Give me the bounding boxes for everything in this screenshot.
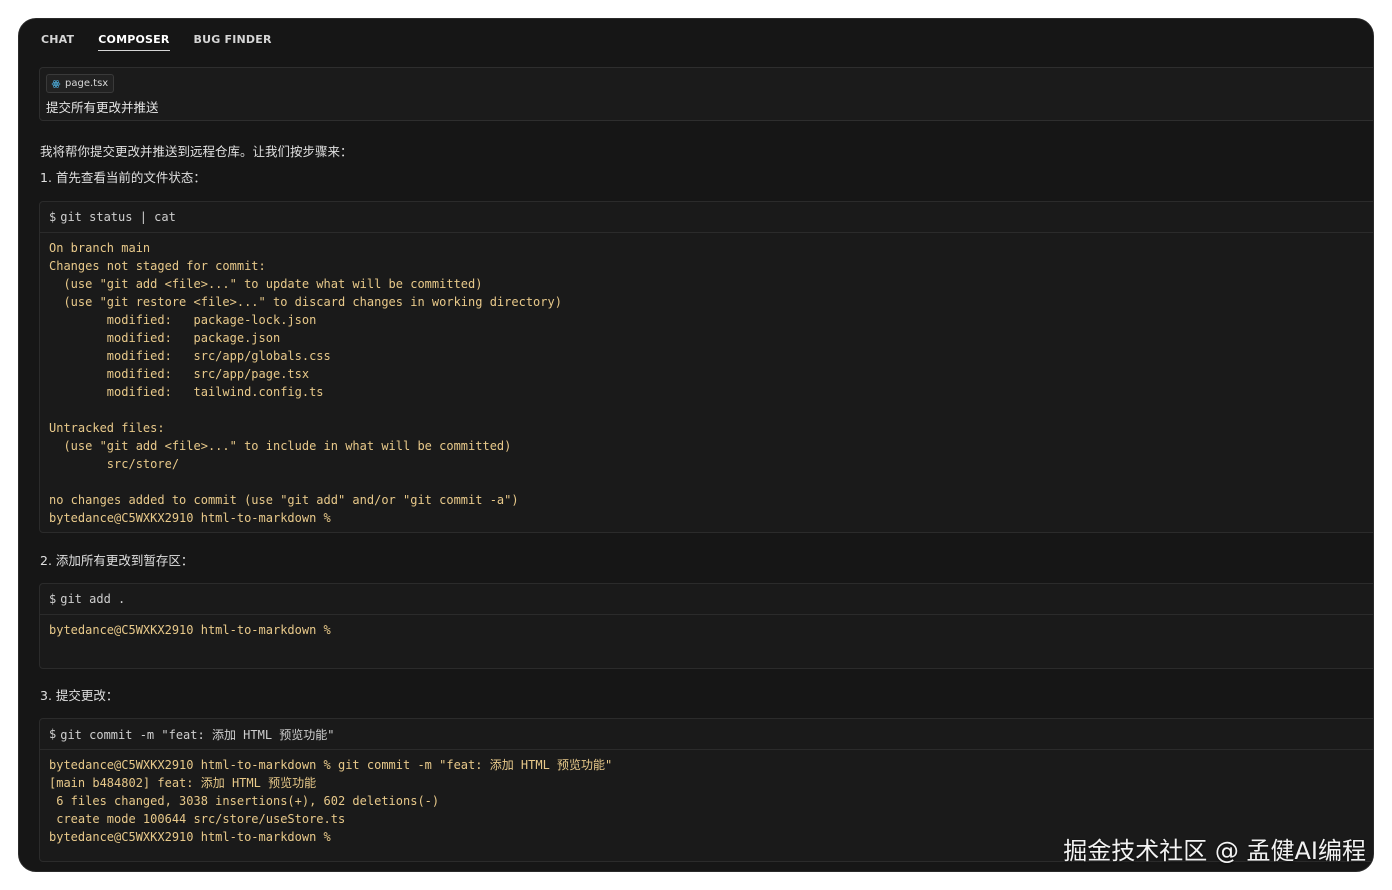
output-line: bytedance@C5WXKX2910 html-to-markdown % [49,623,331,637]
tab-composer[interactable]: COMPOSER [98,31,170,51]
user-prompt[interactable]: page.tsx 提交所有更改并推送 [39,67,1373,121]
prompt-symbol: $ [49,727,57,741]
output-line: modified: package.json [49,331,281,345]
tab-bar: CHAT COMPOSER BUG FINDER [41,31,272,51]
output-line: Untracked files: [49,421,165,435]
output-line: no changes added to commit (use "git add… [49,493,519,507]
output-line: src/store/ [49,457,180,471]
command-row[interactable]: $ git status | cat [40,202,1373,233]
prompt-text: 提交所有更改并推送 [46,100,159,115]
output-line: Changes not staged for commit: [49,259,266,273]
assistant-intro: 我将帮你提交更改并推送到远程仓库。让我们按步骤来： [40,144,353,159]
output-line: (use "git add <file>..." to update what … [49,277,483,291]
command-text: git add . [60,592,126,606]
output-line: 6 files changed, 3038 insertions(+), 602… [49,794,440,808]
command-row[interactable]: $ git add . [40,584,1373,615]
command-row[interactable]: $ git commit -m "feat: 添加 HTML 预览功能" [40,719,1373,750]
step-1-heading: 1. 首先查看当前的文件状态： [40,170,206,185]
output-line: modified: src/app/page.tsx [49,367,310,381]
output-line: On branch main [49,241,151,255]
output-line: create mode 100644 src/store/useStore.ts [49,812,346,826]
prompt-symbol: $ [49,210,57,224]
react-icon [51,79,61,88]
terminal-block-git-status: $ git status | cat On branch main Change… [39,201,1373,533]
output-line: modified: tailwind.config.ts [49,385,324,399]
output-line: [main b484802] feat: 添加 HTML 预览功能 [49,776,317,790]
command-text: git status | cat [60,210,176,224]
step-2-heading: 2. 添加所有更改到暂存区： [40,553,194,568]
output-line: bytedance@C5WXKX2910 html-to-markdown % … [49,758,613,772]
watermark: 掘金技术社区 @ 孟健AI编程 [1063,837,1366,865]
tab-chat[interactable]: CHAT [41,31,74,51]
output-line: (use "git add <file>..." to include in w… [49,439,512,453]
tab-bug-finder[interactable]: BUG FINDER [194,31,272,51]
terminal-block-git-add: $ git add . bytedance@C5WXKX2910 html-to… [39,583,1373,669]
command-text: git commit -m "feat: 添加 HTML 预览功能" [60,727,335,742]
step-3-heading: 3. 提交更改： [40,688,119,703]
file-chip-label: page.tsx [65,78,109,89]
terminal-output: bytedance@C5WXKX2910 html-to-markdown % [40,615,1373,639]
output-line: bytedance@C5WXKX2910 html-to-markdown % [49,511,331,525]
composer-window: CHAT COMPOSER BUG FINDER page.tsx 提交所有更改… [18,18,1374,872]
output-line: (use "git restore <file>..." to discard … [49,295,562,309]
file-context-chip[interactable]: page.tsx [46,74,115,93]
output-line: modified: src/app/globals.css [49,349,331,363]
terminal-output: On branch main Changes not staged for co… [40,233,1373,527]
prompt-symbol: $ [49,592,57,606]
output-line: modified: package-lock.json [49,313,317,327]
